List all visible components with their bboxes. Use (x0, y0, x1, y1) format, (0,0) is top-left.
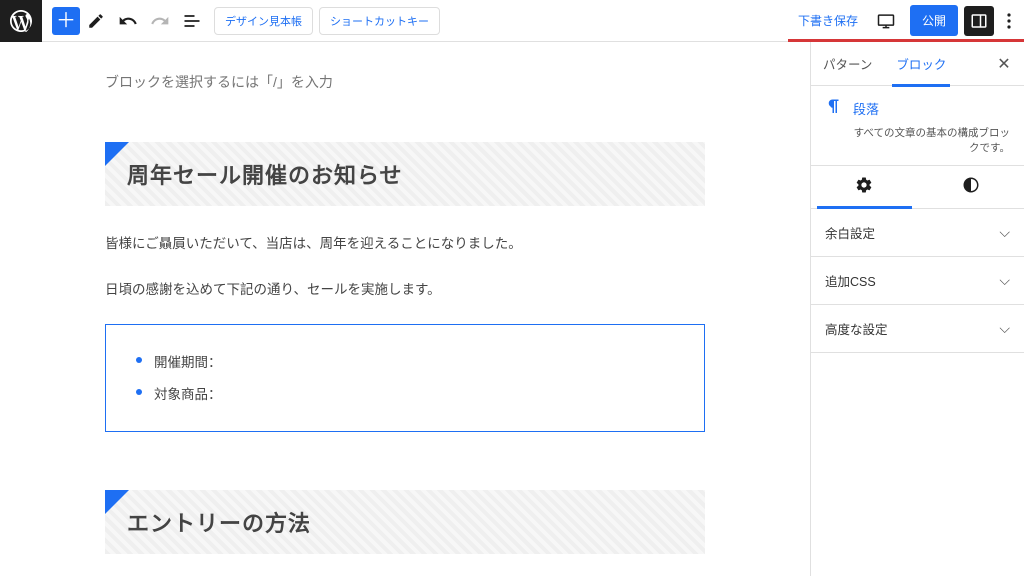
block-name: 段落 (853, 99, 879, 118)
info-box[interactable]: 開催期間： 対象商品： (105, 324, 705, 432)
publish-button[interactable]: 公開 (910, 5, 958, 36)
wp-logo[interactable] (0, 0, 42, 42)
chevron-down-icon: ⌵ (999, 272, 1010, 289)
heading-text: 周年セール開催のお知らせ (127, 158, 683, 190)
block-description: すべての文章の基本の構成ブロックです。 (825, 125, 1010, 155)
settings-panel-toggle[interactable] (964, 6, 994, 36)
block-info: 段落 すべての文章の基本の構成ブロックです。 (811, 86, 1024, 166)
tab-patterns[interactable]: パターン (811, 42, 884, 86)
edit-tool-icon[interactable] (80, 0, 112, 42)
subtab-styles[interactable] (918, 166, 1024, 208)
design-sample-button[interactable]: デザイン見本帳 (214, 7, 313, 35)
add-block-button[interactable]: ＋ (52, 7, 80, 35)
contrast-icon (962, 176, 980, 199)
settings-sidebar: パターン ブロック ✕ 段落 すべての文章の基本の構成ブロックです。 (810, 42, 1024, 576)
list-item[interactable]: 開催期間： (136, 345, 674, 377)
preview-button[interactable] (868, 0, 904, 42)
panel-margin-settings[interactable]: 余白設定 ⌵ (811, 209, 1024, 257)
document-overview-icon[interactable] (176, 0, 208, 42)
top-toolbar: ＋ デザイン見本帳 ショートカットキー 下書き保存 公開 (0, 0, 1024, 42)
paragraph-icon (825, 98, 843, 119)
panel-advanced[interactable]: 高度な設定 ⌵ (811, 305, 1024, 353)
undo-icon[interactable] (112, 0, 144, 42)
panel-additional-css[interactable]: 追加CSS ⌵ (811, 257, 1024, 305)
shortcut-key-button[interactable]: ショートカットキー (319, 7, 440, 35)
heading-text: エントリーの方法 (127, 506, 683, 538)
save-draft-link[interactable]: 下書き保存 (788, 12, 868, 29)
gear-icon (855, 176, 873, 199)
chevron-down-icon: ⌵ (999, 224, 1010, 241)
tab-block[interactable]: ブロック (884, 42, 958, 86)
more-options-icon[interactable] (994, 0, 1024, 42)
paragraph[interactable]: 皆様にご贔屓いただいて、当店は、周年を迎えることになりました。 (105, 232, 705, 252)
redo-icon[interactable] (144, 0, 176, 42)
paragraph[interactable]: 日頃の感謝を込めて下記の通り、セールを実施します。 (105, 278, 705, 298)
heading-block[interactable]: 周年セール開催のお知らせ (105, 142, 705, 206)
block-placeholder[interactable]: ブロックを選択するには「/」を入力 (105, 72, 705, 92)
subtab-settings[interactable] (811, 166, 918, 208)
editor-canvas[interactable]: ブロックを選択するには「/」を入力 周年セール開催のお知らせ 皆様にご贔屓いただ… (0, 42, 810, 576)
chevron-down-icon: ⌵ (999, 320, 1010, 337)
heading-block[interactable]: エントリーの方法 (105, 490, 705, 554)
list-item[interactable]: 対象商品： (136, 377, 674, 409)
close-sidebar-button[interactable]: ✕ (984, 42, 1024, 86)
